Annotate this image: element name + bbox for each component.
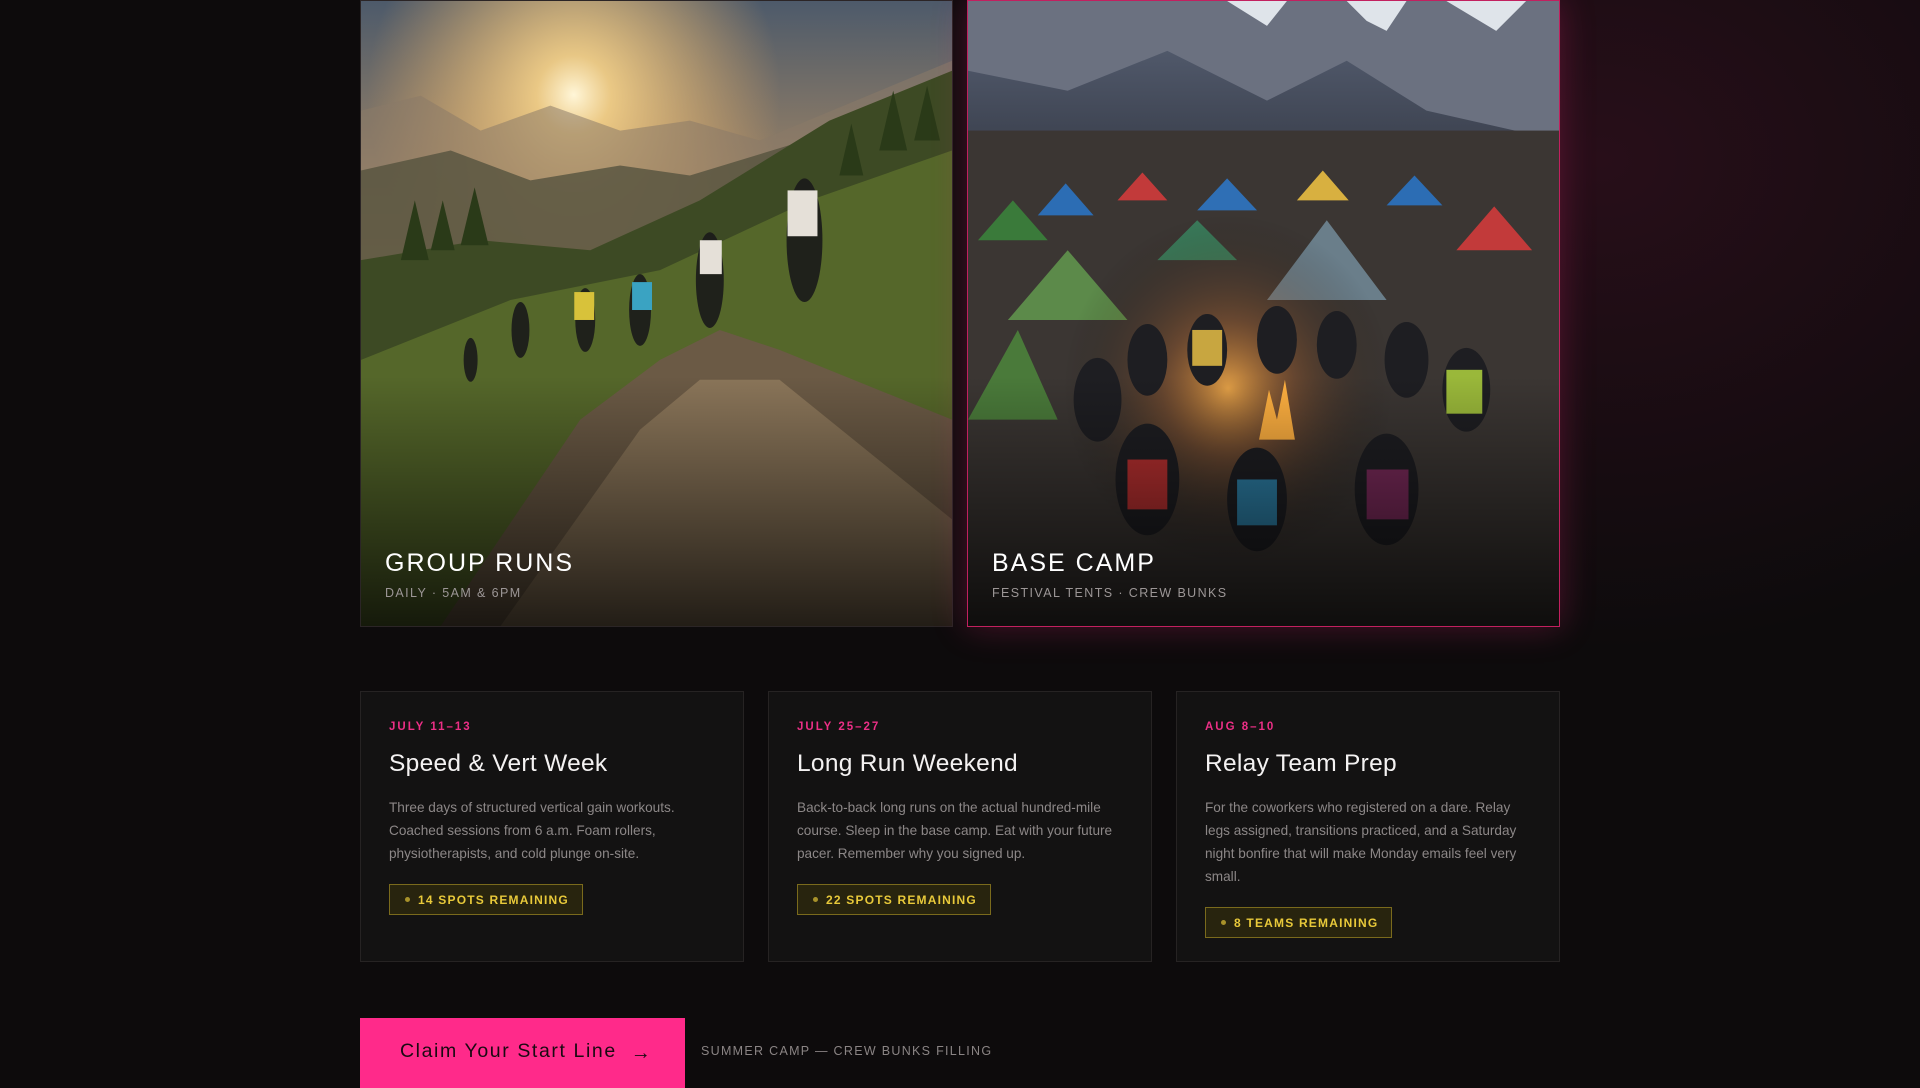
cta-label: Claim Your Start Line [400,1040,617,1062]
photo-card-title: GROUP RUNS [385,549,575,577]
photo-card-title: BASE CAMP [992,549,1156,577]
group-runs-card[interactable]: GROUP RUNS DAILY · 5AM & 6PM [360,0,953,627]
badge-dot-icon [405,897,410,902]
base-camp-card[interactable]: BASE CAMP FESTIVAL TENTS · CREW BUNKS [967,0,1560,627]
event-title: Long Run Weekend [797,750,1018,777]
event-title: Relay Team Prep [1205,750,1397,777]
badge-label: 14 SPOTS REMAINING [418,892,569,907]
base-camp-caption: BASE CAMP FESTIVAL TENTS · CREW BUNKS [992,549,1228,600]
event-card-relay-prep[interactable]: AUG 8–10 Relay Team Prep For the coworke… [1176,691,1560,962]
event-card-long-run[interactable]: JULY 25–27 Long Run Weekend Back-to-back… [768,691,1152,962]
badge-label: 8 TEAMS REMAINING [1234,915,1379,930]
badge-label: 22 SPOTS REMAINING [826,892,977,907]
availability-badge: 22 SPOTS REMAINING [797,884,991,915]
event-description: For the coworkers who registered on a da… [1205,800,1517,884]
photo-card-subtitle: FESTIVAL TENTS · CREW BUNKS [992,586,1228,600]
event-date: AUG 8–10 [1205,721,1276,733]
badge-dot-icon [813,897,818,902]
group-runs-caption: GROUP RUNS DAILY · 5AM & 6PM [385,549,574,600]
event-date: JULY 25–27 [797,721,881,733]
event-title: Speed & Vert Week [389,750,608,777]
event-description: Three days of structured vertical gain w… [389,800,675,861]
event-description: Back-to-back long runs on the actual hun… [797,800,1113,861]
cta-note: SUMMER CAMP — CREW BUNKS FILLING [701,1044,993,1058]
event-card-speed-vert[interactable]: JULY 11–13 Speed & Vert Week Three days … [360,691,744,962]
trail-runners-photo [361,1,952,626]
page-background: GROUP RUNS DAILY · 5AM & 6PM BASE CAMP F… [0,0,1920,1088]
campfire-tents-photo [968,1,1559,626]
arrow-right-icon: → [630,1042,653,1064]
availability-badge: 8 TEAMS REMAINING [1205,907,1393,938]
claim-start-line-button[interactable]: Claim Your Start Line → [360,1018,685,1088]
availability-badge: 14 SPOTS REMAINING [389,884,583,915]
event-date: JULY 11–13 [389,721,472,733]
badge-dot-icon [1221,920,1226,925]
photo-card-subtitle: DAILY · 5AM & 6PM [385,586,522,600]
